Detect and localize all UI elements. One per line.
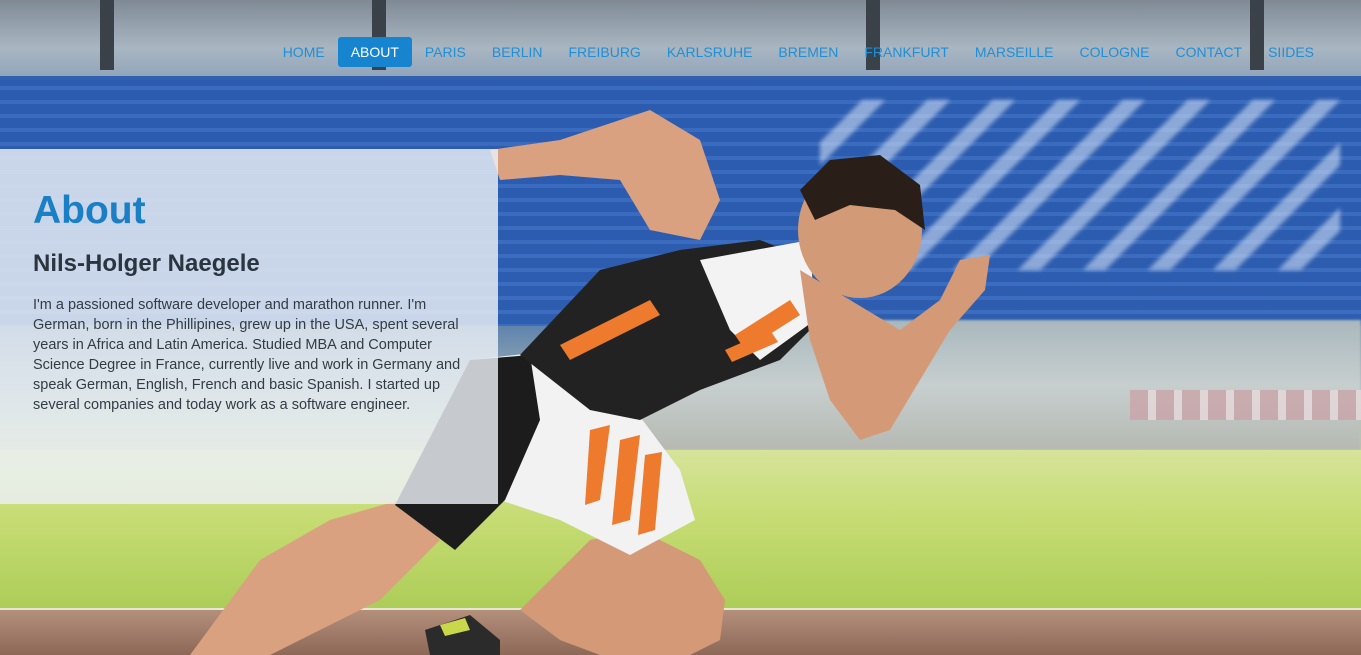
- nav-bremen-link[interactable]: BREMEN: [765, 37, 851, 67]
- nav-paris-link[interactable]: PARIS: [412, 37, 479, 67]
- nav-freiburg-link[interactable]: FREIBURG: [555, 37, 653, 67]
- hero-background: HOME ABOUT PARIS BERLIN FREIBURG KARLSRU…: [0, 0, 1361, 655]
- about-heading: About: [33, 189, 146, 232]
- about-panel: About Nils-Holger Naegele I'm a passione…: [0, 149, 498, 504]
- author-name: Nils-Holger Naegele: [33, 250, 260, 277]
- nav-siides-link[interactable]: SIIDES: [1255, 37, 1327, 67]
- about-bio-text: I'm a passioned software developer and m…: [33, 297, 461, 413]
- nav-cologne-link[interactable]: COLOGNE: [1066, 37, 1162, 67]
- nav-marseille-link[interactable]: MARSEILLE: [962, 37, 1067, 67]
- nav-contact-link[interactable]: CONTACT: [1162, 37, 1255, 67]
- main-navigation: HOME ABOUT PARIS BERLIN FREIBURG KARLSRU…: [270, 37, 1327, 67]
- nav-home-link[interactable]: HOME: [270, 37, 338, 67]
- nav-frankfurt-link[interactable]: FRANKFURT: [851, 37, 962, 67]
- nav-berlin-link[interactable]: BERLIN: [479, 37, 556, 67]
- nav-karlsruhe-link[interactable]: KARLSRUHE: [654, 37, 766, 67]
- nav-about-link[interactable]: ABOUT: [337, 37, 412, 67]
